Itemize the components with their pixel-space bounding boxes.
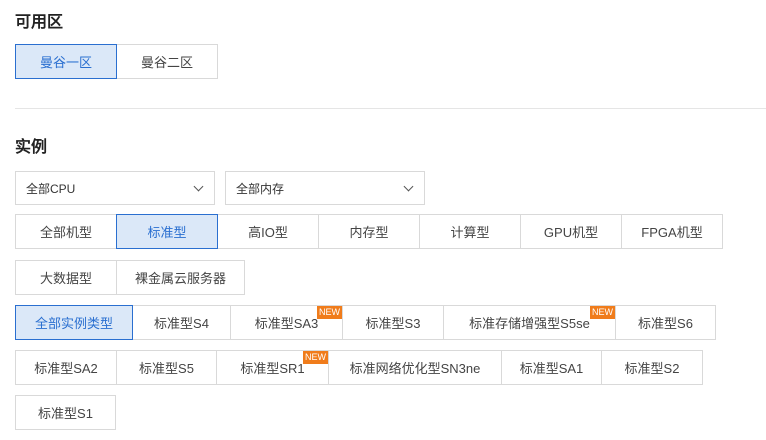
type-sr1[interactable]: 标准型SR1 NEW	[216, 350, 329, 385]
new-badge: NEW	[590, 306, 615, 319]
type-sa1[interactable]: 标准型SA1	[501, 350, 602, 385]
family-bare-metal[interactable]: 裸金属云服务器	[116, 260, 245, 295]
memory-select-value: 全部内存	[236, 181, 285, 196]
type-s6[interactable]: 标准型S6	[615, 305, 716, 340]
type-all[interactable]: 全部实例类型	[15, 305, 133, 340]
cpu-select[interactable]: 全部CPU	[15, 171, 215, 205]
type-s4[interactable]: 标准型S4	[132, 305, 231, 340]
zone-bangkok-2[interactable]: 曼谷二区	[116, 44, 218, 79]
type-s2[interactable]: 标准型S2	[601, 350, 703, 385]
family-memory[interactable]: 内存型	[318, 214, 420, 249]
family-all[interactable]: 全部机型	[15, 214, 117, 249]
type-row-2: 标准型SA2 标准型S5 标准型SR1 NEW 标准网络优化型SN3ne 标准型S…	[15, 350, 703, 385]
family-fpga[interactable]: FPGA机型	[621, 214, 723, 249]
zone-bangkok-1[interactable]: 曼谷一区	[15, 44, 117, 79]
new-badge: NEW	[317, 306, 342, 319]
type-sa3[interactable]: 标准型SA3 NEW	[230, 305, 343, 340]
type-row-3: 标准型S1	[15, 395, 116, 430]
type-s1[interactable]: 标准型S1	[15, 395, 116, 430]
memory-select[interactable]: 全部内存	[225, 171, 425, 205]
chevron-down-icon	[403, 181, 414, 191]
cpu-select-value: 全部CPU	[26, 181, 76, 196]
chevron-down-icon	[193, 181, 204, 191]
family-gpu[interactable]: GPU机型	[520, 214, 622, 249]
type-s3[interactable]: 标准型S3	[342, 305, 444, 340]
type-label: 标准存储增强型S5se	[469, 316, 590, 331]
new-badge: NEW	[303, 351, 328, 364]
zone-title: 可用区	[15, 14, 64, 31]
type-row-1: 全部实例类型 标准型S4 标准型SA3 NEW 标准型S3 标准存储增强型S5se…	[15, 305, 716, 340]
family-row-1: 全部机型 标准型 高IO型 内存型 计算型 GPU机型 FPGA机型	[15, 214, 723, 249]
type-s5[interactable]: 标准型S5	[116, 350, 217, 385]
family-row-2: 大数据型 裸金属云服务器	[15, 260, 245, 295]
divider	[15, 108, 766, 109]
type-label: 标准型SA3	[254, 316, 319, 331]
family-compute[interactable]: 计算型	[419, 214, 521, 249]
instance-title: 实例	[15, 139, 48, 156]
family-high-io[interactable]: 高IO型	[217, 214, 319, 249]
type-sn3ne[interactable]: 标准网络优化型SN3ne	[328, 350, 502, 385]
type-s5se[interactable]: 标准存储增强型S5se NEW	[443, 305, 616, 340]
type-label: 标准型SR1	[240, 361, 305, 376]
type-sa2[interactable]: 标准型SA2	[15, 350, 117, 385]
family-standard[interactable]: 标准型	[116, 214, 218, 249]
zone-options: 曼谷一区 曼谷二区	[15, 44, 218, 79]
family-big-data[interactable]: 大数据型	[15, 260, 117, 295]
